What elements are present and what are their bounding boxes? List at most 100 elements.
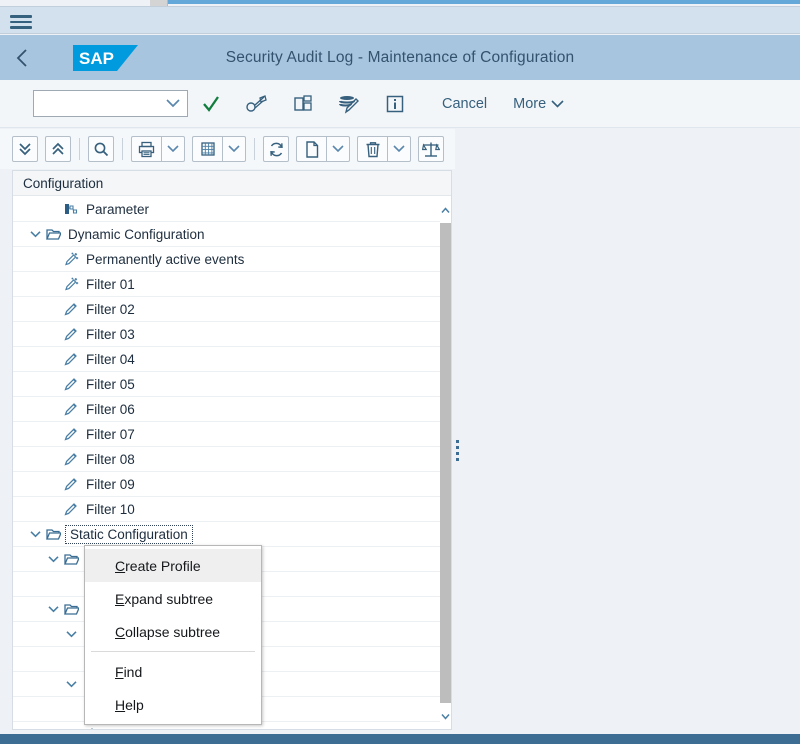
chevron-down-icon (393, 145, 405, 153)
search-icon (94, 142, 109, 157)
more-label: More (513, 95, 547, 112)
tree-expand-toggle[interactable] (27, 230, 43, 238)
tree-expand-toggle[interactable] (63, 630, 79, 638)
info-button[interactable] (372, 87, 418, 121)
tree-row[interactable]: Filter 05 (13, 372, 442, 397)
delete-split-button[interactable] (357, 136, 411, 162)
pencil-icon (61, 502, 81, 516)
expand-all-button[interactable] (12, 136, 38, 162)
pencil-icon (64, 403, 77, 416)
print-button[interactable] (131, 136, 161, 162)
grid-icon (200, 142, 215, 156)
chevron-down-icon (65, 631, 77, 638)
printer-icon (138, 141, 155, 157)
tree-row[interactable]: Parameter (13, 197, 442, 222)
tree-node-label: Parameter (86, 201, 150, 217)
context-menu-item[interactable]: Collapse subtree (85, 615, 261, 648)
edit-stack-button[interactable] (326, 87, 372, 121)
compare-button[interactable] (418, 136, 444, 162)
copy-card-button[interactable] (280, 87, 326, 121)
chevron-down-icon (228, 145, 240, 153)
delete-menu-button[interactable] (387, 136, 411, 162)
toolbar-separator (254, 138, 255, 160)
tree-row[interactable]: Filter 01 (13, 272, 442, 297)
panel-splitter[interactable] (452, 170, 462, 730)
tree-expand-toggle[interactable] (45, 555, 61, 563)
context-menu-item-label: Find (115, 663, 143, 680)
table-view-button[interactable] (192, 136, 222, 162)
collapse-all-button[interactable] (45, 136, 71, 162)
print-split-button[interactable] (131, 136, 185, 162)
stack-pencil-icon (339, 95, 359, 114)
display-change-button[interactable] (234, 87, 280, 121)
copy-button[interactable] (296, 136, 326, 162)
tree-row[interactable]: Dynamic Configuration (13, 222, 442, 247)
find-button[interactable] (88, 136, 114, 162)
hamburger-icon[interactable] (8, 12, 34, 30)
pencil-icon (79, 727, 99, 729)
scroll-up-button[interactable] (440, 197, 451, 223)
tree-row[interactable]: Filter 09 (13, 472, 442, 497)
tree-node-label: Static Configuration (65, 524, 193, 544)
more-button[interactable]: More (513, 87, 564, 121)
trash-icon (366, 141, 379, 157)
tree-expand-toggle[interactable] (63, 680, 79, 688)
display-change-icon (246, 94, 267, 112)
table-view-menu-button[interactable] (222, 136, 246, 162)
copy-split-button[interactable] (296, 136, 350, 162)
print-menu-button[interactable] (161, 136, 185, 162)
tree-row[interactable]: Permanently active events (13, 247, 442, 272)
tree-row[interactable]: Static Configuration (13, 522, 442, 547)
context-menu-item-label: Help (115, 696, 144, 713)
check-button[interactable] (188, 87, 234, 121)
folder-open-icon (43, 228, 63, 241)
shell-bar (0, 6, 800, 34)
tree-row[interactable]: Filter 07 (13, 422, 442, 447)
tree-row[interactable]: Filter 10 (13, 497, 442, 522)
pencil-icon (64, 303, 77, 316)
parameter-icon (64, 204, 77, 214)
hamburger-line (10, 20, 32, 23)
tree-vertical-scrollbar[interactable] (440, 197, 451, 729)
context-menu-item[interactable]: Help (85, 688, 261, 721)
search-combo-box[interactable] (33, 90, 188, 117)
events-icon (61, 277, 81, 291)
copy-menu-button[interactable] (326, 136, 350, 162)
table-view-split-button[interactable] (192, 136, 246, 162)
browser-tab-active-line (168, 0, 800, 4)
chevron-up-icon (441, 206, 450, 213)
detail-pane (462, 129, 800, 732)
splitter-dot (455, 457, 459, 461)
tree-node-label: Filter 01 (99, 727, 153, 730)
scroll-down-button[interactable] (440, 703, 451, 729)
cancel-button[interactable]: Cancel (432, 87, 497, 121)
pencil-icon (61, 302, 81, 316)
pencil-icon (61, 477, 81, 491)
folder-open-icon (63, 553, 79, 565)
folder-open-icon (45, 528, 61, 540)
tree-row[interactable]: Filter 03 (13, 322, 442, 347)
chevron-down-icon (551, 99, 564, 108)
tree-row[interactable]: Filter 04 (13, 347, 442, 372)
scroll-thumb[interactable] (440, 223, 451, 703)
tree-node-label: Filter 04 (86, 351, 135, 367)
context-menu-item[interactable]: Create Profile (85, 549, 261, 582)
tree-row[interactable]: Filter 08 (13, 447, 442, 472)
tree-node-label: Permanently active events (86, 251, 245, 267)
page-icon (305, 140, 318, 158)
context-menu-item[interactable]: Expand subtree (85, 582, 261, 615)
footer-bar (0, 734, 800, 744)
refresh-button[interactable] (263, 136, 289, 162)
tree-context-menu: Create Profile Expand subtree Collapse sub… (84, 545, 262, 725)
tree-expand-toggle[interactable] (27, 530, 43, 538)
context-menu-item[interactable]: Find (85, 655, 261, 688)
tree-expand-toggle[interactable] (45, 605, 61, 613)
tree-row[interactable]: Filter 06 (13, 397, 442, 422)
context-menu-separator (91, 651, 255, 652)
back-button[interactable] (0, 35, 44, 80)
tree-row[interactable]: Filter 02 (13, 297, 442, 322)
pencil-icon (61, 352, 81, 366)
chevron-down-icon (441, 713, 450, 720)
delete-button[interactable] (357, 136, 387, 162)
app-header-bar: SAP Security Audit Log - Maintenance of … (0, 35, 800, 80)
